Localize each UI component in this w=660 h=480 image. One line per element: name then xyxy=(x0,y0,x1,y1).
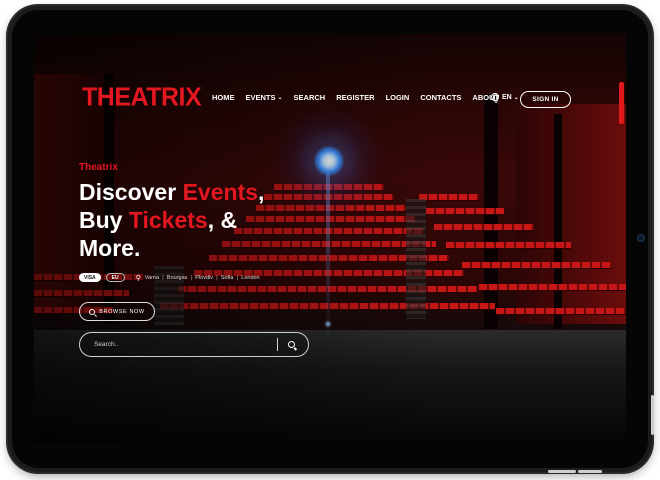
city-link[interactable]: Sofia xyxy=(221,275,234,281)
headline-text: More. xyxy=(79,235,141,261)
divider: | xyxy=(216,274,218,281)
chip-eu[interactable]: EU xyxy=(105,273,125,282)
search-icon xyxy=(89,308,96,315)
main-nav: HOME EVENTS ⌄ SEARCH REGISTER LOGIN CONTA… xyxy=(212,93,510,102)
search-icon xyxy=(287,341,295,348)
city-link[interactable]: Varna xyxy=(145,275,159,281)
headline-text: , & xyxy=(207,207,238,233)
nav-register[interactable]: REGISTER xyxy=(336,93,374,102)
nav-events[interactable]: EVENTS ⌄ xyxy=(246,93,283,102)
city-link[interactable]: Bourgas xyxy=(167,275,188,281)
headline-accent: Tickets xyxy=(128,207,208,233)
headline-accent: Events xyxy=(182,179,258,205)
headline-text: , xyxy=(258,179,265,205)
nav-label: LOGIN xyxy=(385,93,410,102)
language-selector[interactable]: EN ⌄ xyxy=(491,93,519,103)
globe-icon xyxy=(491,93,499,103)
hero-headline: Discover Events, Buy Tickets, & More. xyxy=(79,178,339,262)
divider: | xyxy=(162,274,164,281)
divider: | xyxy=(236,274,239,281)
hero-eyebrow: Theatrix xyxy=(79,162,118,173)
browser-viewport: THEATRIX HOME EVENTS ⌄ SEARCH REGISTER LO… xyxy=(34,34,626,444)
nav-label: REGISTER xyxy=(336,93,375,102)
nav-search[interactable]: SEARCH xyxy=(294,93,326,102)
sign-in-button[interactable]: SIGN IN xyxy=(520,91,571,108)
chevron-down-icon: ⌄ xyxy=(513,94,519,101)
nav-login[interactable]: LOGIN xyxy=(386,93,410,102)
nav-label: SEARCH xyxy=(293,93,326,102)
power-button-2 xyxy=(578,470,602,473)
filter-chips: VISA EU ⚲ Varna | Bourgas | Plovdiv | So… xyxy=(79,273,260,282)
camera-icon xyxy=(637,234,645,242)
browse-now-button[interactable]: BROWSE NOW xyxy=(79,302,155,321)
power-button xyxy=(548,470,576,473)
nav-label: EVENTS xyxy=(245,93,276,102)
search-divider xyxy=(277,338,278,351)
search-input[interactable] xyxy=(94,337,277,352)
map-pin-icon: ⚲ xyxy=(135,273,141,282)
headline-text: Discover xyxy=(79,179,183,205)
search-submit-button[interactable] xyxy=(284,338,298,352)
city-link[interactable]: London xyxy=(241,275,259,281)
city-link[interactable]: Plovdiv xyxy=(195,275,213,281)
search-bar xyxy=(79,332,309,357)
language-label: EN xyxy=(502,93,512,101)
nav-home[interactable]: HOME xyxy=(212,93,235,102)
volume-button xyxy=(651,395,654,435)
nav-contacts[interactable]: CONTACTS xyxy=(420,93,461,102)
scrollbar-thumb[interactable] xyxy=(619,82,624,124)
site-logo[interactable]: THEATRIX xyxy=(82,81,202,113)
nav-label: CONTACTS xyxy=(420,93,462,102)
chip-visa[interactable]: VISA xyxy=(79,273,101,282)
headline-text: Buy xyxy=(79,207,129,233)
chevron-down-icon: ⌄ xyxy=(277,95,283,101)
nav-label: HOME xyxy=(212,93,235,102)
divider: | xyxy=(190,274,193,281)
browse-label: BROWSE NOW xyxy=(99,308,145,315)
